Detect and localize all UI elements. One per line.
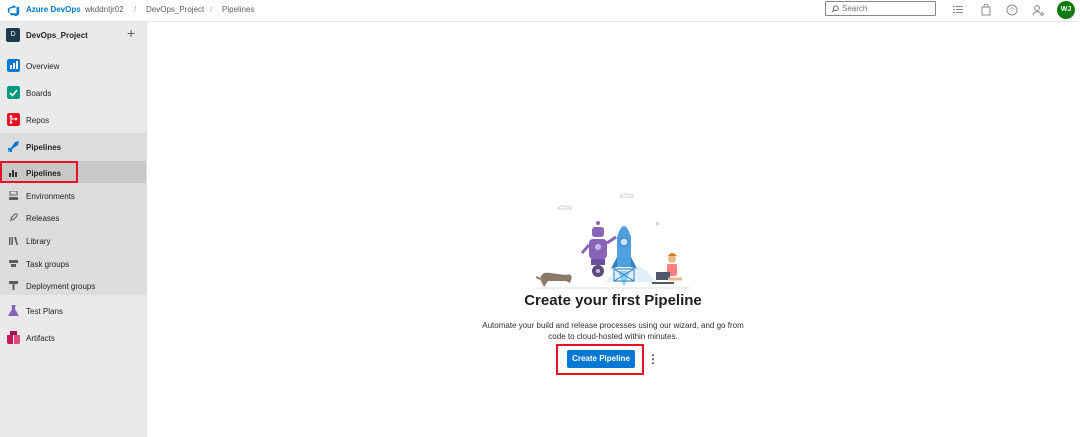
search-icon (831, 5, 839, 13)
empty-state-description: Automate your build and release processe… (482, 321, 744, 341)
sidebar-subitem-label: Environments (26, 192, 75, 201)
add-icon[interactable]: + (127, 25, 135, 41)
top-bar: Azure DevOps wkddntjr02 / DevOps_Project… (0, 0, 1080, 22)
sidebar-item-pipelines[interactable]: Pipelines (0, 137, 146, 157)
more-options-icon[interactable]: ⋮ (647, 352, 659, 366)
sidebar-item-test-plans[interactable]: Test Plans (0, 301, 146, 321)
page-title: Create your first Pipeline (524, 292, 702, 309)
repos-icon (7, 113, 20, 126)
sidebar-subitem-library[interactable]: Library (0, 231, 146, 251)
task-groups-icon (9, 260, 18, 267)
project-badge: D (6, 28, 20, 42)
brand-link[interactable]: Azure DevOps (26, 5, 81, 14)
sidebar-item-label: Pipelines (26, 143, 62, 152)
svg-text:?: ? (1010, 8, 1014, 15)
breadcrumb-organization[interactable]: wkddntjr02 (85, 5, 124, 14)
sidebar-item-boards[interactable]: Boards (0, 83, 146, 103)
deployment-groups-icon (9, 281, 18, 290)
breadcrumb-separator: / (210, 5, 213, 14)
list-icon[interactable] (952, 4, 964, 16)
overview-icon (7, 59, 20, 72)
library-icon (9, 237, 18, 245)
sidebar-item-label: Test Plans (26, 307, 63, 316)
project-name[interactable]: DevOps_Project (26, 31, 88, 40)
sidebar-subitem-label: Task groups (26, 260, 70, 269)
user-settings-icon[interactable] (1032, 4, 1044, 16)
sidebar-subitem-releases[interactable]: Releases (0, 208, 146, 228)
sidebar-subitem-label: Library (26, 237, 51, 246)
highlight-box-pipelines (0, 161, 78, 183)
highlight-box-create-pipeline (556, 344, 644, 375)
breadcrumb-pipelines[interactable]: Pipelines (222, 5, 254, 14)
sidebar-subitem-label: Releases (26, 214, 60, 223)
search-input[interactable] (842, 3, 932, 14)
sidebar-item-label: Overview (26, 62, 60, 71)
sidebar-item-label: Repos (26, 116, 50, 125)
test-plans-icon (8, 305, 19, 316)
environments-icon (9, 191, 18, 200)
pipeline-illustration-icon (536, 193, 690, 289)
breadcrumb-separator: / (134, 5, 137, 14)
releases-icon (9, 213, 18, 222)
sidebar-item-artifacts[interactable]: Artifacts (0, 328, 146, 348)
search-box[interactable] (825, 1, 936, 16)
project-header[interactable]: D DevOps_Project + (0, 22, 146, 48)
help-icon[interactable]: ? (1006, 4, 1018, 16)
shopping-bag-icon[interactable] (980, 4, 992, 16)
sidebar-subitem-deployment-groups[interactable]: Deployment groups (0, 276, 146, 296)
artifacts-icon (7, 331, 20, 344)
pipelines-icon (7, 141, 19, 153)
avatar[interactable]: WJ (1057, 1, 1075, 19)
sidebar-item-label: Boards (26, 89, 52, 98)
sidebar-item-overview[interactable]: Overview (0, 56, 146, 76)
breadcrumb-project[interactable]: DevOps_Project (146, 5, 204, 14)
sidebar-item-repos[interactable]: Repos (0, 110, 146, 130)
sidebar-subitem-environments[interactable]: Environments (0, 186, 146, 206)
sidebar-item-label: Artifacts (26, 334, 55, 343)
boards-icon (7, 86, 20, 99)
sidebar-subitem-task-groups[interactable]: Task groups (0, 254, 146, 274)
sidebar-subitem-label: Deployment groups (26, 282, 96, 291)
sidebar: D DevOps_Project + Overview Boards Repos… (0, 22, 147, 437)
azure-devops-logo-icon[interactable] (7, 4, 20, 17)
